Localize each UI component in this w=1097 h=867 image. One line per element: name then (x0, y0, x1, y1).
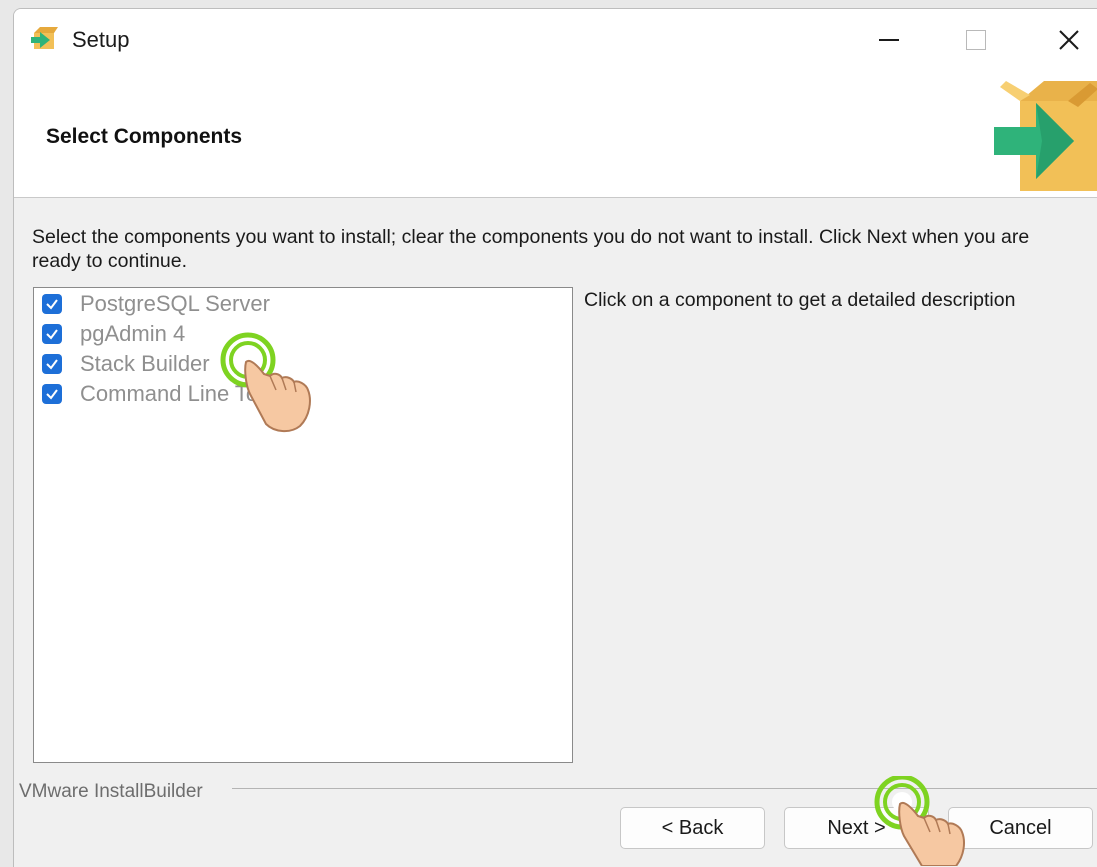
component-label: Stack Builder (80, 351, 210, 376)
tap-hand-icon (220, 332, 311, 432)
setup-app-icon (31, 27, 58, 49)
title-bar: Setup (14, 9, 1097, 71)
installer-brand: VMware InstallBuilder (19, 781, 209, 803)
component-description: Click on a component to get a detailed d… (584, 289, 1016, 311)
minimize-icon (879, 39, 899, 41)
close-button[interactable] (1039, 15, 1097, 65)
component-item-pgadmin[interactable]: pgAdmin 4 (42, 320, 185, 348)
page-title: Select Components (46, 125, 243, 148)
page-header: Select Components (14, 71, 1097, 198)
maximize-icon (966, 30, 986, 50)
checkmark-icon (46, 299, 58, 310)
checkmark-icon (46, 389, 58, 400)
close-icon (1059, 30, 1079, 50)
setup-window: Setup Select Components Select the compo… (13, 8, 1097, 867)
checkmark-icon (46, 329, 58, 340)
instructions-text: Select the components you want to instal… (32, 226, 1030, 272)
tap-hand-icon (874, 776, 965, 866)
box-arrow-icon (994, 81, 1097, 191)
component-checkbox[interactable] (42, 324, 62, 344)
minimize-button[interactable] (859, 15, 919, 65)
window-title: Setup (72, 27, 130, 52)
component-label: PostgreSQL Server (80, 291, 270, 316)
component-label: pgAdmin 4 (80, 321, 186, 346)
back-button[interactable]: < Back (620, 807, 765, 849)
component-checkbox[interactable] (42, 384, 62, 404)
component-checkbox[interactable] (42, 354, 62, 374)
checkmark-icon (46, 359, 58, 370)
component-item-stack-builder[interactable]: Stack Builder (42, 350, 210, 378)
component-item-postgresql-server[interactable]: PostgreSQL Server (42, 290, 270, 318)
maximize-button[interactable] (946, 15, 1006, 65)
component-checkbox[interactable] (42, 294, 62, 314)
